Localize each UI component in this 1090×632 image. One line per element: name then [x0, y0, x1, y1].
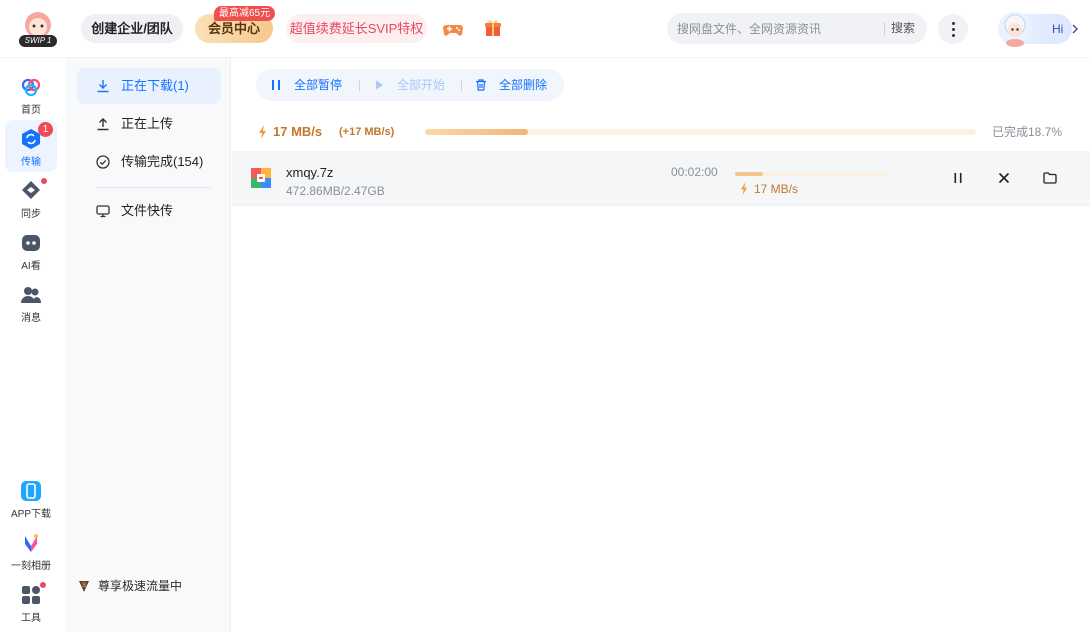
ai-view-icon: [22, 235, 40, 251]
check-circle-icon: [96, 155, 110, 169]
nav-item-uploading[interactable]: 正在上传: [77, 106, 221, 142]
top-bar: SWIP 1 创建企业/团队 会员中心 最高减65元 超值续费延长SVIP特权 …: [0, 0, 1090, 58]
main-panel: 全部暂停 全部开始 全部删除 17 MB/s (+17 MB/s) 已完成18.…: [232, 58, 1090, 632]
chevron-right-icon: [1072, 24, 1078, 34]
svip-logo[interactable]: SWIP 1: [17, 10, 59, 48]
rail-label: 工具: [21, 613, 41, 624]
vip-discount-badge: 最高减65元: [214, 6, 276, 21]
open-folder-button[interactable]: [1042, 170, 1058, 186]
delete-all-label: 全部删除: [499, 78, 548, 92]
play-icon: [376, 80, 383, 90]
cancel-button[interactable]: [996, 170, 1012, 186]
search-button[interactable]: 搜索: [891, 13, 915, 44]
cloud-home-icon: [21, 78, 41, 97]
svg-text:S: S: [82, 583, 86, 589]
rail-item-messages[interactable]: 消息: [5, 276, 57, 328]
rail-item-transfer[interactable]: 1 传输: [5, 120, 57, 172]
left-rail: 首页 1 传输 同步 AI看 消息 APP下载 一刻相册 工具: [0, 58, 64, 632]
game-icon[interactable]: [442, 18, 464, 40]
total-progress-fill: [425, 129, 529, 135]
start-all-label: 全部开始: [397, 78, 446, 92]
rail-item-ai[interactable]: AI看: [5, 224, 57, 276]
nav-label: 正在上传: [121, 116, 174, 131]
rail-item-sync[interactable]: 同步: [5, 172, 57, 224]
pause-icon: [272, 80, 280, 90]
more-menu-button[interactable]: [938, 14, 968, 44]
rail-item-home[interactable]: 首页: [5, 68, 57, 120]
rail-label: 同步: [21, 209, 41, 220]
rail-label: AI看: [21, 261, 41, 272]
nav-divider: [96, 187, 211, 188]
rail-label: APP下载: [10, 509, 51, 520]
pause-all-label: 全部暂停: [294, 78, 343, 92]
upload-icon: [97, 118, 109, 131]
speed-badge-icon: S: [79, 581, 89, 592]
tools-icon: [22, 586, 40, 604]
rail-label: 首页: [21, 105, 41, 116]
search-box: 搜索: [667, 13, 927, 44]
total-speed-value: 17 MB/s: [273, 124, 323, 139]
folder-icon: [1043, 172, 1057, 184]
transfer-count-badge: 1: [38, 122, 53, 137]
search-input[interactable]: [677, 13, 877, 44]
search-divider: [884, 22, 885, 36]
logo-text: SWIP 1: [24, 36, 52, 45]
gift-icon[interactable]: [482, 17, 504, 39]
rail-label: 传输: [21, 157, 41, 168]
completed-percent: 已完成18.7%: [992, 125, 1063, 139]
sync-icon: [22, 181, 40, 199]
pause-button[interactable]: [950, 170, 966, 186]
nav-item-downloading[interactable]: 正在下载(1): [77, 68, 221, 104]
monitor-icon: [96, 205, 110, 218]
notification-dot: [41, 178, 47, 184]
speed-promo-text: 尊享极速流量中: [98, 579, 183, 593]
file-speed-value: 17 MB/s: [754, 182, 799, 196]
pause-icon: [954, 173, 962, 183]
file-progress-fill: [735, 172, 764, 176]
svip-renew-button[interactable]: 超值续费延长SVIP特权: [286, 14, 427, 43]
phone-icon: [21, 481, 41, 501]
notification-dot: [40, 582, 46, 588]
nav-item-file-share[interactable]: 文件快传: [77, 193, 221, 229]
rail-item-tools[interactable]: 工具: [4, 576, 58, 628]
rail-item-app-download[interactable]: APP下载: [4, 472, 58, 524]
close-icon: [998, 172, 1010, 184]
transfer-toolbar: 全部暂停 全部开始 全部删除: [256, 69, 564, 101]
transfer-nav: 正在下载(1) 正在上传 传输完成(154) 文件快传 S 尊享极速流量中: [65, 58, 231, 632]
rail-label: 一刻相册: [11, 561, 51, 572]
create-team-button[interactable]: 创建企业/团队: [81, 14, 183, 43]
lightning-icon: [740, 182, 748, 195]
total-progress-bar: [425, 129, 976, 135]
message-icon: [21, 287, 41, 303]
file-progress-bar: [735, 172, 887, 176]
more-icon: [952, 22, 955, 25]
avatar[interactable]: [996, 10, 1034, 48]
rail-label: 消息: [21, 313, 41, 324]
speed-boost-value: (+17 MB/s): [339, 126, 395, 138]
rail-item-album[interactable]: 一刻相册: [4, 524, 58, 576]
nav-label: 正在下载(1): [121, 78, 189, 93]
file-size: 472.86MB/2.47GB: [286, 184, 385, 198]
greeting-text: Hi: [1052, 22, 1064, 36]
user-profile[interactable]: Hi: [988, 8, 1078, 50]
nav-label: 文件快传: [121, 203, 174, 218]
album-icon: [25, 534, 38, 552]
time-remaining: 00:02:00: [671, 165, 718, 179]
download-icon: [97, 80, 109, 93]
nav-item-completed[interactable]: 传输完成(154): [77, 144, 221, 180]
file-name: xmqy.7z: [286, 165, 334, 180]
trash-icon: [476, 79, 486, 91]
archive-file-icon: [251, 168, 271, 188]
lightning-icon: [259, 125, 266, 139]
nav-label: 传输完成(154): [121, 154, 204, 169]
download-row[interactable]: xmqy.7z 472.86MB/2.47GB 00:02:00 17 MB/s: [232, 151, 1090, 206]
